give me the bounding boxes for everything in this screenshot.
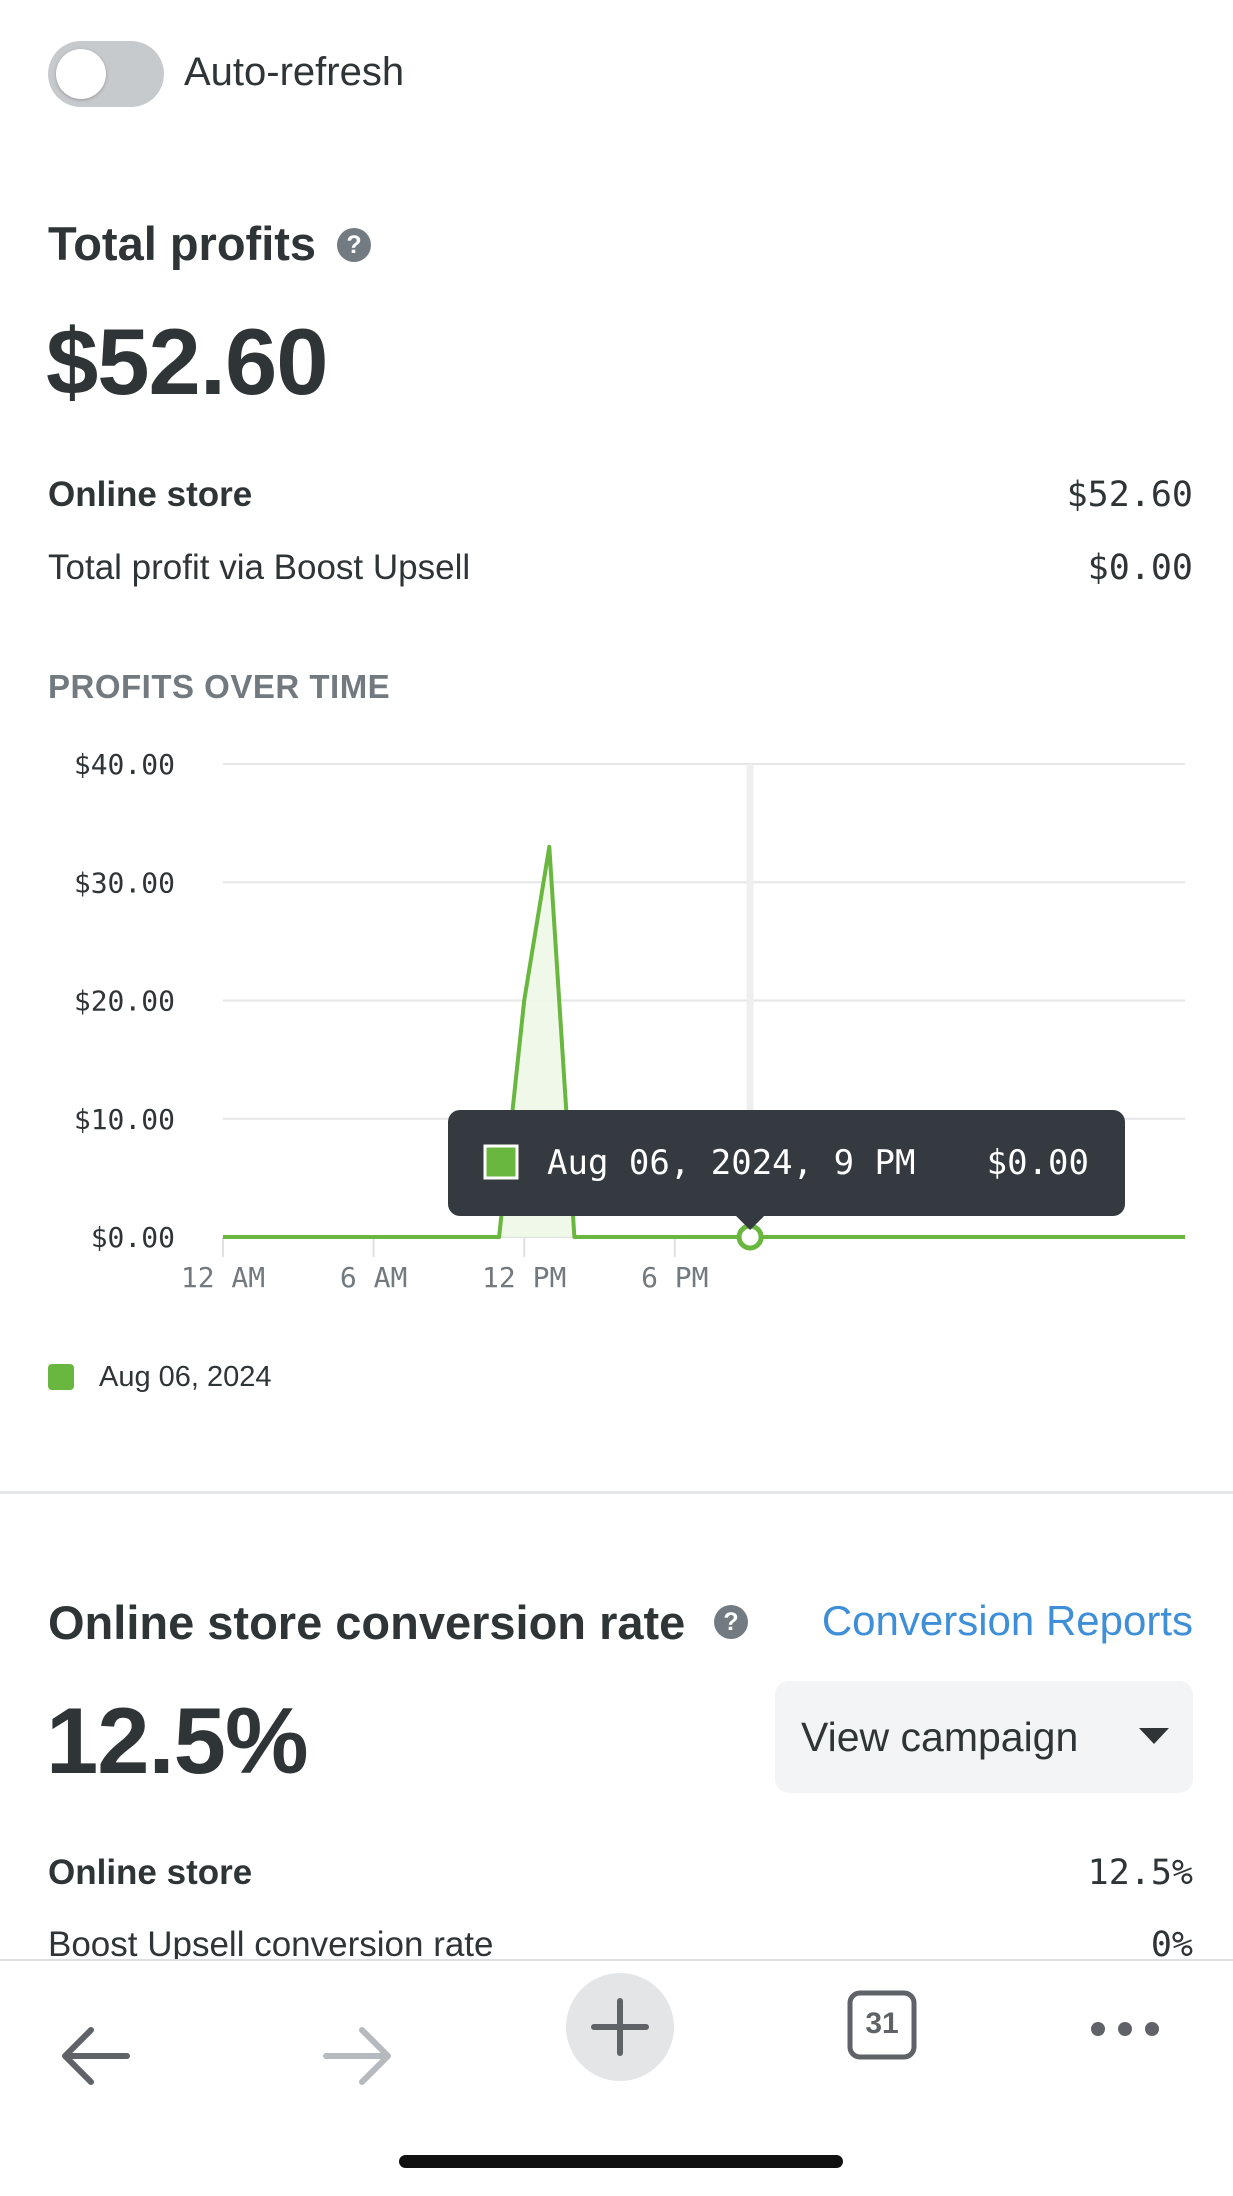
question-mark-icon[interactable]: ?	[714, 1605, 748, 1639]
y-tick-label: $0.00	[91, 1221, 175, 1254]
arrow-right-icon	[323, 2027, 391, 2085]
conversion-row-value: 12.5%	[1087, 1853, 1193, 1893]
view-campaign-label: View campaign	[801, 1714, 1079, 1760]
profits-chart[interactable]: $0.00 $10.00 $20.00 $30.00 $40.00 12 AM 6 AM 12…	[0, 730, 1233, 1330]
forward-button[interactable]	[318, 2021, 398, 2096]
profit-row-label: Total profit via Boost Upsell	[48, 548, 471, 587]
conversion-rate-value: 12.5%	[46, 1688, 309, 1793]
plus-icon	[591, 1998, 649, 2056]
x-tick-label: 12 PM	[482, 1261, 566, 1294]
y-tick-label: $40.00	[74, 748, 175, 781]
profit-row-value: $52.60	[1066, 475, 1193, 515]
tabs-count: 31	[865, 2007, 899, 2040]
y-tick-label: $10.00	[74, 1103, 175, 1136]
conversion-reports-link[interactable]: Conversion Reports	[822, 1597, 1193, 1645]
tooltip-swatch	[483, 1144, 519, 1180]
new-tab-button[interactable]	[566, 1973, 674, 2081]
auto-refresh-label: Auto-refresh	[184, 50, 405, 94]
x-tick-label: 6 PM	[641, 1261, 708, 1294]
x-tick-label: 6 AM	[340, 1261, 407, 1294]
question-mark-icon[interactable]: ?	[337, 228, 371, 262]
section-divider	[0, 1491, 1233, 1494]
legend-swatch	[48, 1364, 74, 1390]
chevron-down-icon	[1139, 1728, 1169, 1744]
total-profits-value: $52.60	[46, 309, 329, 414]
profits-over-time-heading: PROFITS OVER TIME	[48, 668, 391, 705]
total-profits-title: Total profits	[48, 217, 317, 270]
home-indicator	[399, 2155, 843, 2168]
more-button[interactable]	[1085, 2009, 1165, 2054]
tooltip-label: Aug 06, 2024, 9 PM	[547, 1143, 915, 1183]
tooltip-value: $0.00	[987, 1143, 1089, 1183]
tabs-button[interactable]: 31	[847, 1990, 917, 2060]
arrow-left-icon	[62, 2027, 130, 2085]
y-tick-label: $30.00	[74, 866, 175, 899]
view-campaign-select[interactable]: View campaign	[775, 1681, 1193, 1793]
profit-row-label: Online store	[48, 475, 253, 514]
auto-refresh-toggle[interactable]	[48, 41, 164, 107]
toggle-knob	[56, 49, 106, 99]
more-dots-icon	[1091, 2022, 1159, 2036]
conversion-rate-title: Online store conversion rate	[48, 1596, 686, 1649]
y-tick-label: $20.00	[74, 985, 175, 1018]
x-tick-label: 12 AM	[181, 1261, 265, 1294]
back-button[interactable]	[55, 2021, 135, 2096]
legend-label: Aug 06, 2024	[99, 1361, 272, 1393]
conversion-row-label: Online store	[48, 1853, 253, 1892]
profit-row-value: $0.00	[1087, 548, 1193, 588]
